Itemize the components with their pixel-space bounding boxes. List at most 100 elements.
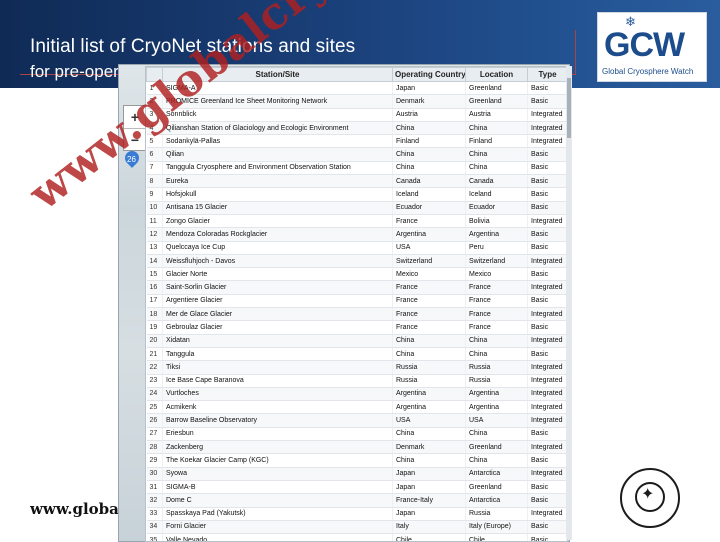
table-row[interactable]: 17 Argentiere Glacier France France Basic	[146, 294, 567, 309]
cell-station: Spasskaya Pad (Yakutsk)	[162, 507, 393, 521]
cell-location: Austria	[465, 108, 528, 122]
table-row[interactable]: 22 Tiksi Russia Russia Integrated	[146, 360, 567, 375]
cell-location: Canada	[465, 174, 528, 189]
cell-station: Mer de Glace Glacier	[162, 307, 393, 322]
cell-station: Acmikenk	[162, 400, 393, 415]
cell-type: Basic	[527, 187, 567, 202]
cell-type: Basic	[527, 294, 567, 309]
cell-index: 35	[146, 533, 163, 541]
cell-country: China	[392, 334, 466, 348]
cell-country: Argentina	[392, 400, 466, 415]
table-row[interactable]: 35 Valle Nevado Chile Chile Basic	[146, 533, 567, 541]
cell-type: Basic	[527, 320, 567, 335]
cell-type: Integrated	[527, 134, 567, 149]
table-row[interactable]: 20 Xidatan China China Integrated	[146, 334, 567, 348]
cell-station: Syowa	[162, 467, 393, 481]
table-row[interactable]: 14 Weissfluhjoch - Davos Switzerland Switze…	[146, 254, 567, 269]
table-row[interactable]: 3 Sonnblick Austria Austria Integrated	[146, 108, 567, 122]
table-row[interactable]: 21 Tanggula China China Basic	[146, 347, 567, 362]
cell-country: USA	[392, 241, 466, 255]
table-row[interactable]: 6 Qilian China China Basic	[146, 147, 567, 162]
cell-location: Greenland	[465, 81, 528, 96]
cell-index: 28	[146, 440, 163, 455]
cell-country: Finland	[392, 134, 466, 149]
cell-location: Ecuador	[465, 201, 528, 215]
cell-station: Vurtloches	[162, 387, 393, 402]
table-row[interactable]: 26 Barrow Baseline Observatory USA USA Integ…	[146, 413, 567, 428]
cell-index: 22	[146, 360, 163, 375]
table-row[interactable]: 28 Zackenberg Denmark Greenland Integrated	[146, 440, 567, 455]
cell-index: 6	[146, 147, 163, 162]
cell-station: Sonnblick	[162, 108, 393, 122]
cell-location: Antarctica	[465, 493, 528, 508]
stations-table: Station/Site Operating Country Location …	[146, 67, 567, 541]
column-header-location[interactable]: Location	[465, 67, 528, 82]
table-row[interactable]: 10 Antisana 15 Glacier Ecuador Ecuador Basic	[146, 201, 567, 215]
cell-location: Greenland	[465, 94, 528, 109]
table-row[interactable]: 19 Gebroulaz Glacier France France Basic	[146, 320, 567, 335]
cell-station: Dome C	[162, 493, 393, 508]
table-row[interactable]: 2 PROMICE Greenland Ice Sheet Monitoring …	[146, 94, 567, 109]
table-row[interactable]: 29 The Koekar Glacier Camp (KGC) China Chin…	[146, 453, 567, 468]
cell-station: Eureka	[162, 174, 393, 189]
cell-location: China	[465, 347, 528, 362]
cell-country: China	[392, 347, 466, 362]
table-row[interactable]: 12 Mendoza Coloradas Rockglacier Argentina…	[146, 227, 567, 242]
table-row[interactable]: 34 Forni Glacier Italy Italy (Europe) Basic	[146, 520, 567, 535]
cell-country: China	[392, 147, 466, 162]
cell-index: 18	[146, 307, 163, 322]
cell-location: Russia	[465, 374, 528, 388]
cell-station: Forni Glacier	[162, 520, 393, 535]
table-row[interactable]: 31 SIGMA-B Japan Greenland Basic	[146, 480, 567, 495]
cell-index: 21	[146, 347, 163, 362]
cell-location: China	[465, 147, 528, 162]
column-header-type[interactable]: Type	[527, 67, 567, 82]
table-row[interactable]: 25 Acmikenk Argentina Argentina Integrated	[146, 400, 567, 415]
cell-station: Qilianshan Station of Glaciology and Eco…	[162, 121, 393, 136]
cell-index: 32	[146, 493, 163, 508]
cell-location: Russia	[465, 360, 528, 375]
cell-station: Qilian	[162, 147, 393, 162]
cell-location: Bolivia	[465, 214, 528, 229]
cell-index: 9	[146, 187, 163, 202]
cell-index: 34	[146, 520, 163, 535]
table-row[interactable]: 9 Hofsjokull Iceland Iceland Basic	[146, 187, 567, 202]
cell-location: China	[465, 427, 528, 442]
cell-location: Finland	[465, 134, 528, 149]
cell-index: 24	[146, 387, 163, 402]
table-row[interactable]: 24 Vurtloches Argentina Argentina Integrated	[146, 387, 567, 402]
cell-station: Argentiere Glacier	[162, 294, 393, 309]
column-header-country[interactable]: Operating Country	[392, 67, 466, 82]
cell-station: Weissfluhjoch - Davos	[162, 254, 393, 269]
cell-type: Integrated	[527, 507, 567, 521]
cell-station: Xidatan	[162, 334, 393, 348]
cell-station: Saint-Sorlin Glacier	[162, 280, 393, 295]
table-scrollbar-thumb[interactable]	[567, 78, 571, 138]
cell-country: France	[392, 280, 466, 295]
table-row[interactable]: 13 Quelccaya Ice Cup USA Peru Basic	[146, 241, 567, 255]
table-row[interactable]: 16 Saint-Sorlin Glacier France France Integr…	[146, 280, 567, 295]
cell-country: Denmark	[392, 94, 466, 109]
table-row[interactable]: 4 Qilianshan Station of Glaciology and Ec…	[146, 121, 567, 136]
table-row[interactable]: 5 Sodankylä-Pallas Finland Finland Integrate…	[146, 134, 567, 149]
table-row[interactable]: 30 Syowa Japan Antarctica Integrated	[146, 467, 567, 481]
cell-station: Tanggula	[162, 347, 393, 362]
cell-country: France	[392, 294, 466, 309]
table-row[interactable]: 18 Mer de Glace Glacier France France Integr…	[146, 307, 567, 322]
table-row[interactable]: 27 Eriesbun China China Basic	[146, 427, 567, 442]
cell-country: France	[392, 320, 466, 335]
table-row[interactable]: 33 Spasskaya Pad (Yakutsk) Japan Russia Inte…	[146, 507, 567, 521]
table-row[interactable]: 8 Eureka Canada Canada Basic	[146, 174, 567, 189]
cell-type: Integrated	[527, 360, 567, 375]
table-row[interactable]: 32 Dome C France-Italy Antarctica Basic	[146, 493, 567, 508]
cell-type: Basic	[527, 267, 567, 282]
table-row[interactable]: 7 Tanggula Cryosphere and Environment Obs…	[146, 161, 567, 176]
cell-location: Chile	[465, 533, 528, 541]
table-row[interactable]: 23 Ice Base Cape Baranova Russia Russia Inte…	[146, 374, 567, 388]
cell-index: 25	[146, 400, 163, 415]
cell-index: 17	[146, 294, 163, 309]
table-row[interactable]: 11 Zongo Glacier France Bolivia Integrated	[146, 214, 567, 229]
cell-type: Basic	[527, 174, 567, 189]
table-row[interactable]: 15 Glacier Norte Mexico Mexico Basic	[146, 267, 567, 282]
cell-index: 12	[146, 227, 163, 242]
